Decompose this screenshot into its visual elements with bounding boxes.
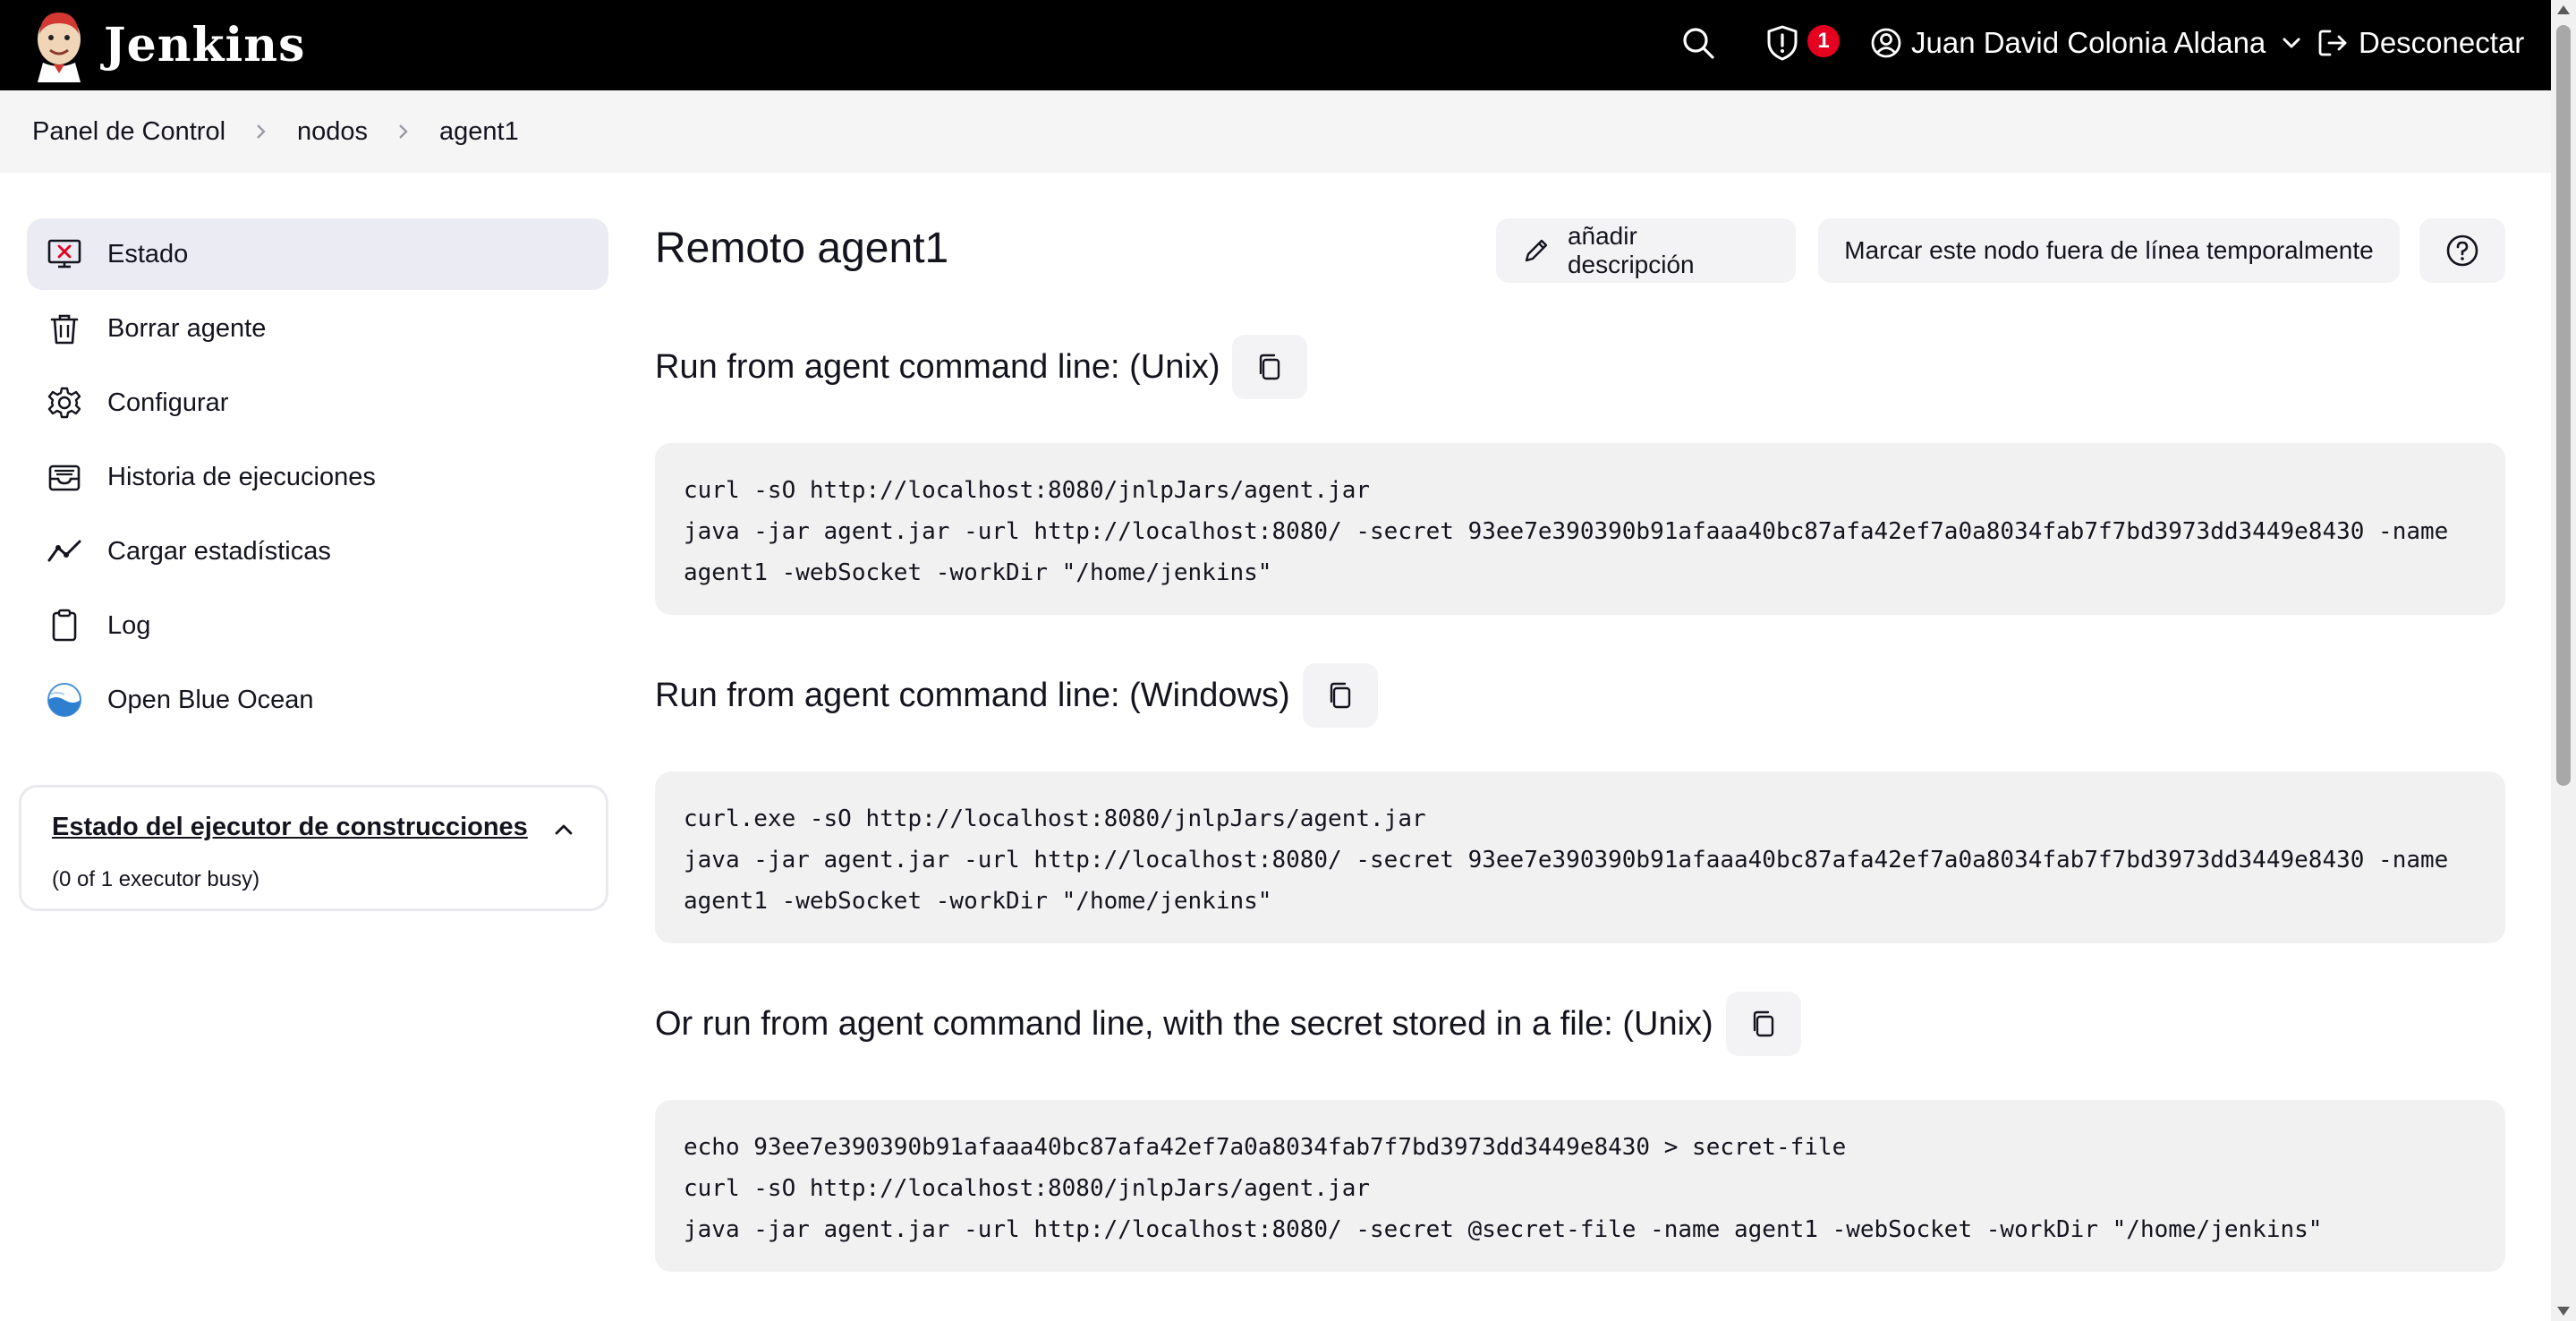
blue-ocean-icon [45,680,84,720]
help-button[interactable] [2419,218,2505,283]
gear-icon [45,383,84,422]
sidebar-item-log[interactable]: Log [27,590,608,661]
chevron-up-icon[interactable] [552,818,575,841]
section-heading-text: Run from agent command line: (Windows) [655,676,1290,714]
jenkins-logo [38,13,81,82]
chevron-right-icon [257,124,266,139]
section-heading-secret-file: Or run from agent command line, with the… [655,992,1801,1056]
code-line: curl.exe -sO http://localhost:8080/jnlpJ… [684,805,1426,832]
copy-button[interactable] [1232,335,1308,399]
logout-button[interactable]: Desconectar [2316,21,2524,64]
computer-error-icon [45,234,84,274]
mark-offline-button[interactable]: Marcar este nodo fuera de línea temporal… [1818,218,2400,283]
executor-status-text: (0 of 1 executor busy) [52,867,260,891]
alert-count-badge[interactable]: 1 [1807,25,1840,57]
sidebar-item-historia[interactable]: Historia de ejecuciones [27,441,608,513]
search-icon[interactable] [1680,25,1716,61]
code-line: java -jar agent.jar -url http://localhos… [684,1216,2323,1243]
executor-status-panel: Estado del ejecutor de construcciones (0… [19,785,608,911]
jenkins-home-link[interactable]: Jenkins [32,4,305,86]
sidebar-item-estado[interactable]: Estado [27,218,608,290]
add-description-button[interactable]: añadir descripción [1496,218,1796,283]
section-heading-text: Or run from agent command line, with the… [655,1004,1713,1043]
chevron-down-icon [2283,38,2300,48]
breadcrumb-bar: Panel de Control nodos agent1 [0,90,2551,173]
section-heading-text: Run from agent command line: (Unix) [655,347,1220,386]
sidebar-item-label: Borrar agente [107,313,267,343]
breadcrumb-dashboard[interactable]: Panel de Control [32,117,225,147]
page-title: Remoto agent1 [655,225,949,272]
top-navbar: Jenkins 1 Juan David Colonia Aldana Desc… [0,0,2551,90]
copy-button[interactable] [1725,992,1801,1056]
copy-button[interactable] [1302,663,1378,728]
trash-icon [45,309,84,348]
logout-icon [2318,30,2347,56]
code-block-secret-file[interactable]: echo 93ee7e390390b91afaaa40bc87afa42ef7a… [655,1100,2505,1272]
scroll-up-arrow[interactable] [2557,5,2570,14]
pencil-icon [1525,239,1548,262]
sidebar-item-label: Historia de ejecuciones [107,462,376,491]
sidebar-item-label: Open Blue Ocean [107,685,314,714]
code-line: curl -sO http://localhost:8080/jnlpJars/… [684,1175,1371,1202]
section-heading-windows: Run from agent command line: (Windows) [655,663,1378,728]
shield-alert-icon[interactable] [1763,23,1802,63]
sidebar-item-estadisticas[interactable]: Cargar estadísticas [27,516,608,587]
code-line: agent1 -webSocket -workDir "/home/jenkin… [684,888,1272,915]
sidebar-item-configurar[interactable]: Configurar [27,367,608,439]
code-line: java -jar agent.jar -url http://localhos… [684,518,2449,545]
sidebar-item-label: Estado [107,239,189,268]
executor-status-title[interactable]: Estado del ejecutor de construcciones [52,813,575,842]
code-line: agent1 -webSocket -workDir "/home/jenkin… [684,559,1272,586]
brand-name: Jenkins [104,17,306,72]
chevron-right-icon [399,124,408,139]
add-description-label: añadir descripción [1567,222,1695,278]
breadcrumb-agent[interactable]: agent1 [439,117,519,147]
sidebar: Estado Borrar agente Configurar Historia… [27,218,608,738]
copy-icon [1330,682,1350,709]
vertical-scrollbar[interactable] [2551,0,2576,1321]
code-line: echo 93ee7e390390b91afaaa40bc87afa42ef7a… [684,1134,1847,1161]
inbox-history-icon [45,457,84,497]
breadcrumb: Panel de Control nodos agent1 [32,90,519,173]
copy-icon [1753,1010,1773,1037]
breadcrumb-nodes[interactable]: nodos [297,117,368,147]
mark-offline-label: Marcar este nodo fuera de línea temporal… [1844,236,2374,264]
sidebar-item-borrar-agente[interactable]: Borrar agente [27,293,608,364]
clipboard-icon [45,606,84,645]
sidebar-item-label: Log [107,610,151,640]
scrollbar-thumb[interactable] [2556,25,2571,786]
code-line: curl -sO http://localhost:8080/jnlpJars/… [684,477,1371,504]
sidebar-item-label: Configurar [107,388,229,417]
scroll-down-arrow[interactable] [2557,1307,2570,1316]
code-line: java -jar agent.jar -url http://localhos… [684,847,2449,874]
section-heading-unix: Run from agent command line: (Unix) [655,335,1308,399]
copy-icon [1260,354,1280,380]
code-block-windows[interactable]: curl.exe -sO http://localhost:8080/jnlpJ… [655,771,2505,943]
code-block-unix[interactable]: curl -sO http://localhost:8080/jnlpJars/… [655,443,2505,615]
sidebar-item-blue-ocean[interactable]: Open Blue Ocean [27,664,608,736]
user-menu[interactable]: Juan David Colonia Aldana [1870,21,2303,64]
user-icon [1871,28,1901,58]
user-name: Juan David Colonia Aldana [1911,26,2266,59]
logout-label: Desconectar [2359,26,2525,59]
sidebar-item-label: Cargar estadísticas [107,536,331,566]
trend-chart-icon [45,532,84,571]
help-icon [2446,234,2478,267]
